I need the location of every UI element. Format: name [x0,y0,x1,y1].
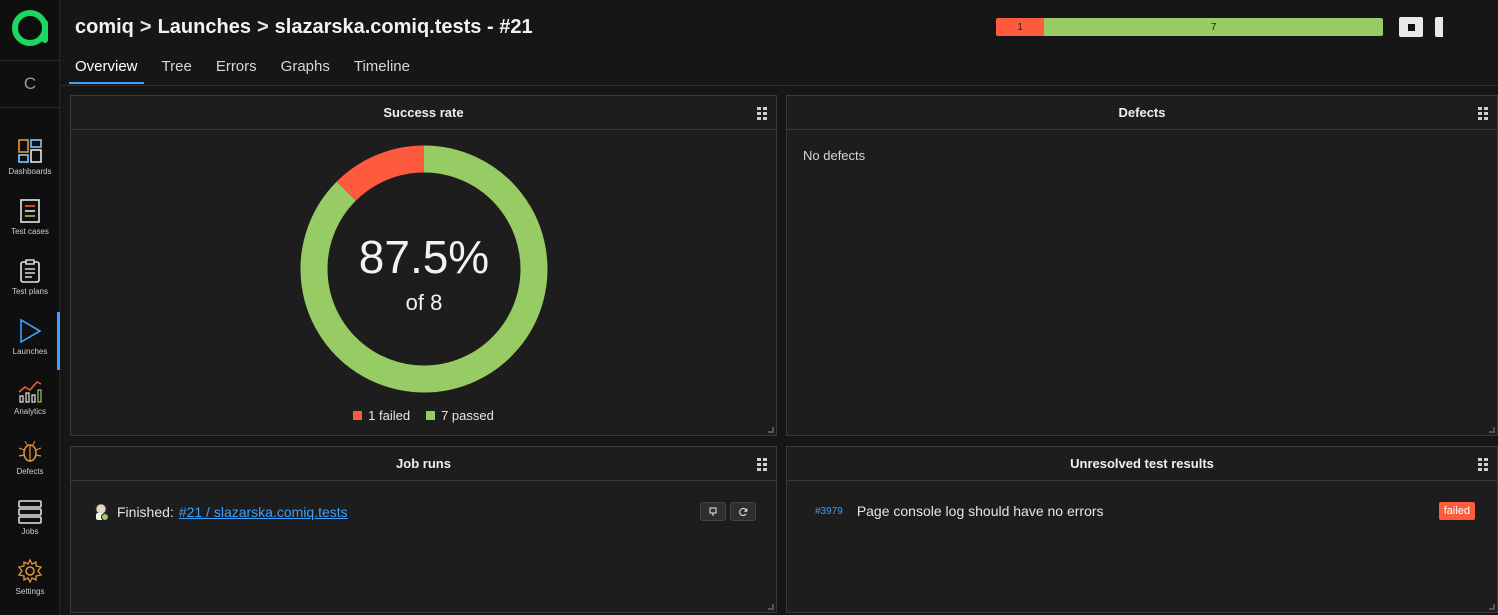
panel-title: Success rate [383,105,464,120]
sidebar-item-label: Test plans [11,287,49,296]
success-percent: 87.5% [358,231,490,283]
donut-slice-failed [336,145,425,202]
sidebar-item-label: Dashboards [8,167,52,176]
chart-legend: 1 failed 7 passed [71,408,776,423]
success-donut-chart: 87.5% of 8 [299,144,549,394]
breadcrumb: comiq > Launches > slazarska.comiq.tests - #… [75,16,533,39]
sidebar-item-settings[interactable]: Settings [0,550,60,610]
jenkins-avatar-icon [93,503,109,521]
push-icon [709,506,717,516]
tabs: Overview Tree Errors Graphs Timeline [69,56,428,84]
drag-handle-icon[interactable] [1478,107,1488,120]
refresh-icon [739,507,748,516]
panel-header: Job runs [71,447,776,481]
project-letter: C [23,74,37,93]
legend-swatch-failed [353,411,363,420]
header: comiq > Launches > slazarska.comiq.tests - #… [61,0,1498,86]
drag-handle-icon[interactable] [1478,458,1488,471]
analytics-icon [18,381,42,403]
sidebar-item-jobs[interactable]: Jobs [0,490,60,550]
test-result-id[interactable]: #3979 [815,506,843,517]
legend-item-failed[interactable]: 1 failed [353,408,410,423]
job-status-text: Finished: [117,504,174,520]
sidebar-item-test-plans[interactable]: Test plans [0,250,60,310]
status-bar-failed: 1 [996,18,1045,36]
job-run-row: Finished: #21 / slazarska.comiq.tests [93,503,348,521]
launch-status-bar[interactable]: 1 7 [996,18,1383,36]
panel-header: Success rate [71,96,776,130]
play-icon [20,318,42,344]
breadcrumb-separator: > [139,16,152,38]
no-defects-text: No defects [803,148,866,163]
panel-header: Unresolved test results [787,447,1497,481]
legend-item-passed[interactable]: 7 passed [426,408,494,423]
launch-menu-button[interactable] [1435,17,1443,37]
sidebar-item-dashboards[interactable]: Dashboards [0,130,60,190]
panel-title: Defects [1118,105,1166,120]
panel-title: Unresolved test results [1070,456,1214,471]
panel-title: Job runs [396,456,451,471]
test-result-name[interactable]: Page console log should have no errors [857,503,1104,519]
tab-tree[interactable]: Tree [156,56,198,84]
jobs-icon [18,500,42,524]
sidebar-item-label: Analytics [13,407,46,416]
list-item[interactable]: #3979 Page console log should have no er… [815,502,1475,520]
legend-label: 1 failed [368,408,411,423]
resize-handle-icon[interactable] [768,604,774,610]
unresolved-results-panel: Unresolved test results #3979 Page conso… [786,446,1498,613]
drag-handle-icon[interactable] [757,458,767,471]
sidebar-item-label: Settings [15,587,45,596]
job-run-link[interactable]: #21 / slazarska.comiq.tests [179,504,348,520]
legend-label: 7 passed [441,408,494,423]
job-runs-panel: Job runs Finished: #21 / slazarska.comiq… [70,446,777,613]
sidebar-item-label: Jobs [21,527,39,536]
status-bar-passed: 7 [1044,18,1383,36]
stop-icon [1407,23,1415,31]
sidebar-item-label: Launches [12,347,48,356]
project-switcher[interactable]: C [0,60,60,108]
job-actions [696,502,756,521]
sidebar-item-label: Defects [16,467,44,476]
defects-panel: Defects No defects [786,95,1498,436]
job-rerun-button[interactable] [730,502,756,521]
sidebar-item-launches[interactable]: Launches [0,310,60,370]
drag-handle-icon[interactable] [757,107,767,120]
status-badge: failed [1438,502,1475,520]
breadcrumb-launches[interactable]: Launches [158,16,251,38]
breadcrumb-separator: > [256,16,269,38]
resize-handle-icon[interactable] [768,427,774,433]
success-rate-panel: Success rate 87.5% of 8 1 failed 7 passe… [70,95,777,436]
sidebar-item-label: Test cases [11,227,49,236]
stop-launch-button[interactable] [1399,17,1423,37]
test-plans-icon [20,259,40,283]
bug-icon [18,440,42,462]
legend-swatch-passed [426,411,436,420]
sidebar: C Dashboards Test cases Test plans Launc… [0,0,60,615]
allure-logo[interactable] [0,0,60,56]
panel-header: Defects [787,96,1497,130]
breadcrumb-project[interactable]: comiq [75,16,134,38]
tab-graphs[interactable]: Graphs [275,56,336,84]
tab-timeline[interactable]: Timeline [348,56,416,84]
test-cases-icon [20,199,40,223]
success-total: of 8 [405,290,443,315]
tab-overview[interactable]: Overview [69,56,144,84]
logo-icon [12,10,48,46]
job-open-button[interactable] [700,502,726,521]
gear-icon [17,558,43,584]
dashboard-icon [18,139,42,163]
sidebar-item-test-cases[interactable]: Test cases [0,190,60,250]
sidebar-item-analytics[interactable]: Analytics [0,370,60,430]
tab-errors[interactable]: Errors [210,56,263,84]
resize-handle-icon[interactable] [1489,604,1495,610]
breadcrumb-launch: slazarska.comiq.tests - #21 [274,16,533,38]
resize-handle-icon[interactable] [1489,427,1495,433]
sidebar-item-defects[interactable]: Defects [0,430,60,490]
